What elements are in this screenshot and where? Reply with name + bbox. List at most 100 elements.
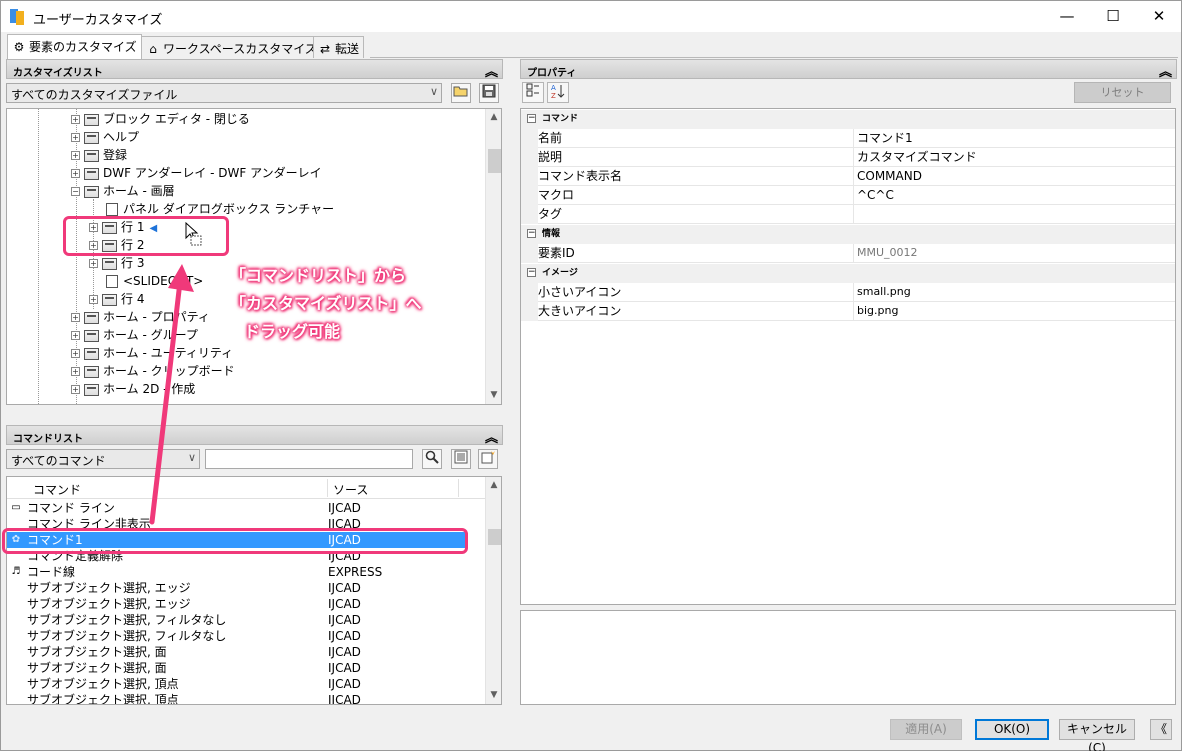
property-row-description[interactable]: 説明 カスタマイズコマンド [521,148,1175,167]
search-button[interactable] [422,449,442,469]
apply-button[interactable]: 適用(A) [890,719,962,740]
section-image[interactable]: − イメージ [521,264,1175,283]
property-row-macro[interactable]: マクロ ^C^C [521,186,1175,205]
transfer-icon: ⇄ [319,42,331,56]
expand-icon[interactable]: + [71,367,80,376]
table-row[interactable]: サブオブジェクト選択, エッジ IJCAD [7,580,485,596]
section-info[interactable]: − 情報 [521,225,1175,244]
tree-item[interactable]: + ブロック エディタ - 閉じる [71,110,250,128]
table-row[interactable]: サブオブジェクト選択, フィルタなし IJCAD [7,612,485,628]
filter-icon [454,450,468,464]
table-row[interactable]: サブオブジェクト選択, 面 IJCAD [7,660,485,676]
expand-icon[interactable]: + [71,133,80,142]
tab-element-customize[interactable]: ⚙ 要素のカスタマイズ [7,34,142,59]
reset-button[interactable]: リセット [1074,82,1171,103]
panel-icon [84,131,99,144]
collapse-section-icon[interactable]: − [527,114,536,123]
annotation-line-2: 「カスタマイズリスト」へ [230,294,422,313]
svg-text:Z: Z [551,92,556,99]
window-title: ユーザーカスタマイズ [33,13,163,28]
collapse-icon[interactable]: ︽ [485,61,498,80]
save-button[interactable] [479,83,499,103]
code-line-icon: ♬ [11,566,21,577]
expand-icon[interactable]: + [71,385,80,394]
table-row[interactable]: ▭ コマンド ライン IJCAD [7,500,485,516]
command-search-input[interactable] [205,449,413,469]
panel-icon [84,329,99,342]
collapse-node-icon[interactable]: − [71,187,80,196]
cancel-button[interactable]: キャンセル(C) [1059,719,1135,751]
categorized-icon [526,83,539,97]
command-scrollbar[interactable]: ▲ ▼ [485,477,501,704]
column-source[interactable]: ソース [333,481,368,498]
command-list-columns: コマンド ソース [7,477,485,499]
dialog-launcher-icon [106,203,118,216]
command-list-header: コマンドリスト ︽ [6,425,503,446]
tree-scrollbar[interactable]: ▲ ▼ [485,109,501,404]
alphabetical-view-button[interactable]: AZ [547,82,569,103]
tree-item[interactable]: + 登録 [71,146,127,164]
tab-workspace-customize[interactable]: ⌂ ワークスペースカスタマイズ [141,36,322,58]
table-row[interactable]: サブオブジェクト選択, エッジ IJCAD [7,596,485,612]
command-line-icon: ▭ [11,502,21,513]
property-row-tag[interactable]: タグ [521,205,1175,224]
scroll-up-icon[interactable]: ▲ [486,477,501,494]
collapse-icon[interactable]: ︽ [1159,61,1172,80]
scroll-up-icon[interactable]: ▲ [486,109,501,126]
slideout-icon [106,275,118,288]
expand-icon[interactable]: + [89,295,98,304]
property-row-name[interactable]: 名前 コマンド1 [521,129,1175,148]
tree-item-row4[interactable]: + 行 4 [89,290,144,308]
minimize-button[interactable]: — [1044,1,1090,32]
properties-header: プロパティ ︽ [520,59,1177,80]
scroll-thumb[interactable] [488,149,501,173]
new-command-button[interactable] [478,449,498,469]
scroll-down-icon[interactable]: ▼ [486,687,501,704]
tree-item-row3[interactable]: + 行 3 [89,254,144,272]
tree-item[interactable]: + ヘルプ [71,128,139,146]
property-grid: − コマンド 名前 コマンド1 説明 カスタマイズコマンド コマンド表示名 COMMAN… [520,108,1176,605]
property-row-display-name[interactable]: コマンド表示名 COMMAND [521,167,1175,186]
ok-button[interactable]: OK(O) [975,719,1049,740]
property-row-small-icon[interactable]: 小さいアイコン small.png [521,283,1175,302]
expand-icon[interactable]: + [71,313,80,322]
property-row-large-icon[interactable]: 大きいアイコン big.png [521,302,1175,321]
row-icon [102,257,117,270]
svg-text:A: A [551,84,556,92]
tree-item[interactable]: − ホーム - 画層 [71,182,175,200]
close-button[interactable]: ✕ [1136,1,1182,32]
expand-icon[interactable]: + [89,259,98,268]
column-command[interactable]: コマンド [33,481,81,498]
collapse-icon[interactable]: ︽ [485,427,498,446]
collapse-section-icon[interactable]: − [527,268,536,277]
expand-icon[interactable]: + [71,169,80,178]
tree-item[interactable]: + DWF アンダーレイ - DWF アンダーレイ [71,164,322,182]
collapse-dialog-button[interactable]: 《 [1150,719,1172,740]
tab-transfer[interactable]: ⇄ 転送 [313,36,365,58]
panel-icon [84,383,99,396]
table-row[interactable]: サブオブジェクト選択, 頂点 IJCAD [7,692,485,704]
expand-icon[interactable]: + [71,331,80,340]
table-row[interactable]: サブオブジェクト選択, 頂点 IJCAD [7,676,485,692]
panel-icon [84,347,99,360]
customize-tree[interactable]: + ブロック エディタ - 閉じる + ヘルプ + 登録 + DWF アンダーレイ - … [6,108,502,405]
collapse-section-icon[interactable]: − [527,229,536,238]
scroll-thumb[interactable] [488,529,501,545]
open-file-button[interactable] [451,83,471,103]
annotation-line-1: 「コマンドリスト」から [230,266,407,285]
expand-icon[interactable]: + [71,115,80,124]
customize-list-header: カスタマイズリスト ︽ [6,59,503,80]
section-command[interactable]: − コマンド [521,110,1175,129]
table-row[interactable]: サブオブジェクト選択, 面 IJCAD [7,644,485,660]
table-row[interactable]: サブオブジェクト選択, フィルタなし IJCAD [7,628,485,644]
command-list[interactable]: コマンド ソース ▭ コマンド ライン IJCAD コマンド ライン非表示 IJCAD… [6,476,502,705]
drag-arrow-icon [149,264,194,525]
scroll-down-icon[interactable]: ▼ [486,387,501,404]
filter-button[interactable] [451,449,471,469]
categorized-view-button[interactable] [522,82,544,103]
expand-icon[interactable]: + [71,151,80,160]
customize-file-select[interactable]: すべてのカスタマイズファイル ∨ [6,83,442,103]
expand-icon[interactable]: + [71,349,80,358]
table-row[interactable]: ♬ コード線 EXPRESS [7,564,485,580]
maximize-button[interactable]: ☐ [1090,1,1136,32]
